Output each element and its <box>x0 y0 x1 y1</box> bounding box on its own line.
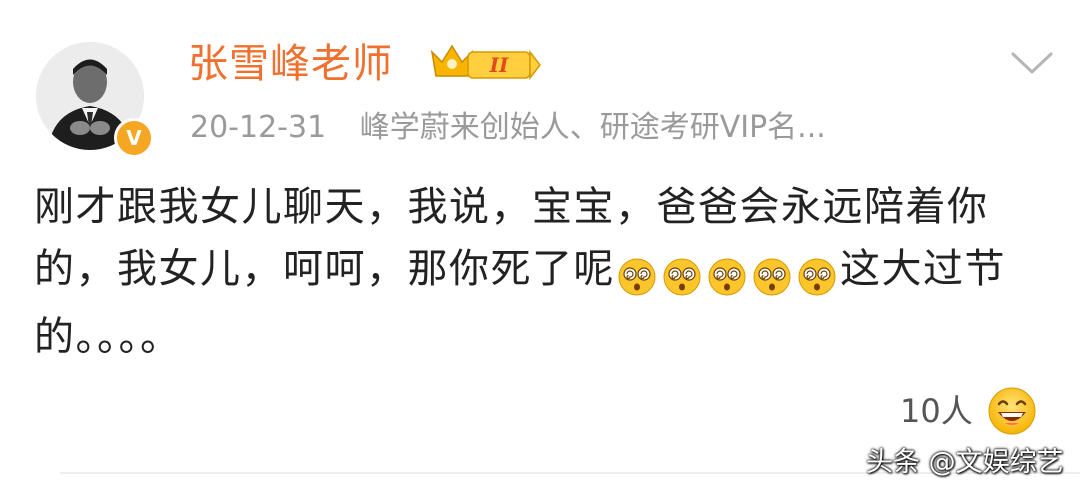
dizzy-face-emoji <box>618 258 656 296</box>
dizzy-face-emoji <box>708 258 746 296</box>
reaction-count[interactable]: 10人 <box>900 386 973 436</box>
verified-badge-label: V <box>126 126 142 150</box>
avatar-container[interactable]: V <box>36 42 154 158</box>
laughing-face-icon[interactable] <box>987 386 1037 436</box>
post-date: 20-12-31 <box>190 110 327 145</box>
user-bio: 峰学蔚来创始人、研途考研VIP名... <box>359 110 826 145</box>
vip-level-text: II <box>489 53 509 77</box>
vip-crown-badge-icon[interactable]: II <box>428 42 544 82</box>
dizzy-face-emoji <box>798 258 836 296</box>
dizzy-face-emoji <box>663 258 701 296</box>
post-content: 刚才跟我女儿聊天，我说，宝宝，爸爸会永远陪着你的，我女儿，呵呵，那你死了呢 这大过… <box>34 176 1064 368</box>
reactions[interactable]: 10人 <box>900 386 1037 436</box>
chevron-down-icon[interactable] <box>1010 50 1054 76</box>
verified-badge-icon: V <box>114 118 154 158</box>
username[interactable]: 张雪峰老师 <box>188 36 393 92</box>
dizzy-face-emoji <box>753 258 791 296</box>
weibo-post: V 张雪峰老师 II 20-12-31 峰学蔚来创始人、研途考研VIP名... … <box>0 0 1080 487</box>
emoji-row <box>615 244 840 306</box>
watermark: 头条 @文娱综艺 <box>866 447 1064 478</box>
post-meta: 20-12-31 峰学蔚来创始人、研途考研VIP名... <box>190 106 826 150</box>
